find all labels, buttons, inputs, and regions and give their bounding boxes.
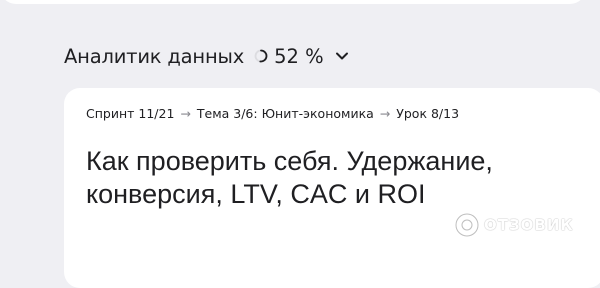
lesson-title-line-1: Как проверить себя. Удержание, (86, 146, 493, 176)
lesson-title: Как проверить себя. Удержание, конверсия… (86, 145, 586, 211)
chevron-down-icon[interactable] (334, 48, 350, 64)
breadcrumb-sprint[interactable]: Спринт 11/21 (86, 106, 174, 121)
lesson-title-line-2: конверсия, LTV, CAC и ROI (86, 179, 426, 209)
watermark-text: ОТЗОВИК (484, 216, 574, 234)
previous-card (0, 0, 586, 4)
breadcrumb-lesson[interactable]: Урок 8/13 (396, 106, 459, 121)
breadcrumb: Спринт 11/21 → Тема 3/6: Юнит-экономика … (86, 106, 459, 121)
lesson-card: Спринт 11/21 → Тема 3/6: Юнит-экономика … (64, 88, 600, 288)
progress-ring-icon (254, 49, 268, 63)
breadcrumb-arrow-icon: → (180, 106, 191, 121)
breadcrumb-topic[interactable]: Тема 3/6: Юнит-экономика (197, 106, 374, 121)
course-title: Аналитик данных (64, 44, 245, 68)
otzovik-watermark: ОТЗОВИК (454, 212, 574, 238)
course-header[interactable]: Аналитик данных 52 % (64, 40, 350, 72)
otzovik-logo-icon (454, 212, 480, 238)
progress-percent: 52 % (274, 44, 324, 68)
breadcrumb-arrow-icon: → (379, 106, 391, 121)
